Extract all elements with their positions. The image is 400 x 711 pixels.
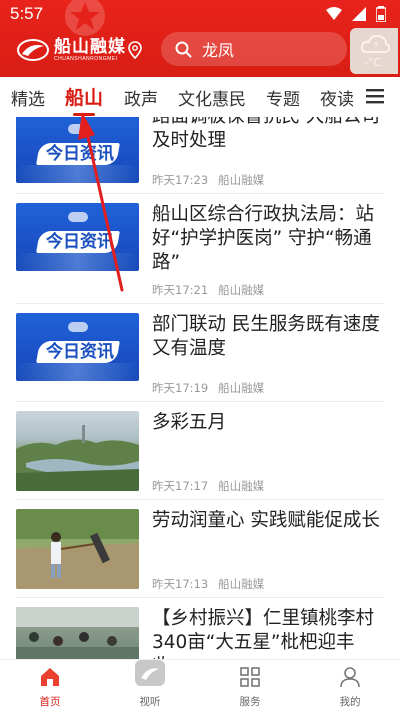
news-title: 劳动润童心 实践赋能促成长 <box>152 510 380 531</box>
news-time: 昨天17:23 <box>152 173 209 187</box>
news-time: 昨天17:21 <box>152 283 209 297</box>
app-header: 5:57 船山融媒 CHUANSHANRONGMEI 龙凤 ? -°C <box>0 0 400 77</box>
news-source: 船山融媒 <box>218 577 265 591</box>
news-thumbnail: 今日资讯 <box>16 117 139 183</box>
divider <box>16 499 384 500</box>
home-icon <box>41 668 59 686</box>
search-bar[interactable]: 龙凤 <box>161 32 347 66</box>
svg-text:?: ? <box>373 41 378 51</box>
video-icon <box>135 660 165 686</box>
divider <box>16 193 384 194</box>
search-query: 龙凤 <box>202 41 235 60</box>
app-name: 船山融媒 <box>54 36 126 57</box>
news-title: 船山区综合行政执法局：站好“护学护医岗” 守护“畅通路” <box>152 204 375 273</box>
weather-cloud-icon: ? <box>360 34 390 53</box>
nav-home-label: 首页 <box>39 696 61 708</box>
tab-chuanshan[interactable]: 船山 <box>65 83 103 110</box>
grid-icon <box>240 667 260 687</box>
news-thumbnail: 今日资讯 <box>16 313 139 381</box>
news-title: 多彩五月 <box>152 412 227 433</box>
bottom-nav: 首页 视听 服务 我的 <box>0 659 400 711</box>
tab-wenhuahuimin[interactable]: 文化惠民 <box>178 85 246 110</box>
location-pin-icon[interactable] <box>128 41 142 59</box>
divider <box>16 597 384 598</box>
news-time: 昨天17:17 <box>152 479 209 493</box>
divider <box>16 401 384 402</box>
news-title: 路面调板保督抗民 大船公司 及时处理 <box>152 117 380 151</box>
news-title: 部门联动 民生服务既有速度又有温度 <box>152 314 380 359</box>
nav-video-label: 视听 <box>139 696 161 708</box>
channel-tabs: 精选 船山 政声 文化惠民 专题 夜读 <box>0 77 400 117</box>
news-meta: 昨天17:17 船山融媒 <box>152 478 264 494</box>
news-meta: 昨天17:13 船山融媒 <box>152 576 264 592</box>
app-subname: CHUANSHANRONGMEI <box>54 55 118 62</box>
thumb-streak <box>16 165 139 183</box>
nav-home[interactable]: 首页 <box>20 664 80 708</box>
news-title: 【乡村振兴】仁里镇桃李村340亩“大五星”枇杷迎丰收， <box>152 608 375 659</box>
news-meta: 昨天17:21 船山融媒 <box>152 282 264 298</box>
thumb-logo-icon <box>68 212 88 222</box>
news-source: 船山融媒 <box>218 381 265 395</box>
divider <box>16 303 384 304</box>
system-icons <box>326 6 386 22</box>
news-meta: 昨天17:23 船山融媒 <box>152 172 264 188</box>
farm-photo <box>16 509 139 589</box>
news-thumbnail <box>16 509 139 589</box>
thumb-text: 今日资讯 <box>46 342 114 362</box>
status-bar: 5:57 <box>0 0 400 28</box>
active-tab-indicator <box>73 113 95 116</box>
news-meta: 昨天17:19 船山融媒 <box>152 380 264 396</box>
news-time: 昨天17:13 <box>152 577 209 591</box>
news-source: 船山融媒 <box>218 479 265 493</box>
status-time: 5:57 <box>10 4 44 23</box>
weather-temp: -°C <box>364 56 382 69</box>
news-thumbnail: 今日资讯 <box>16 203 139 271</box>
news-thumbnail <box>16 607 139 659</box>
thumb-text: 今日资讯 <box>46 232 114 252</box>
menu-icon[interactable] <box>366 88 384 104</box>
battery-icon <box>376 6 386 22</box>
thumb-streak <box>16 253 139 271</box>
landscape-photo <box>16 425 139 491</box>
app-logo[interactable]: 船山融媒 CHUANSHANRONGMEI <box>16 36 126 64</box>
thumb-streak <box>16 363 139 381</box>
search-icon <box>175 41 192 57</box>
village-photo <box>16 607 139 659</box>
thumb-text: 今日资讯 <box>46 144 114 164</box>
nav-services[interactable]: 服务 <box>220 664 280 708</box>
thumb-logo-icon <box>68 124 88 134</box>
tab-yedu[interactable]: 夜读 <box>320 85 354 110</box>
nav-services-label: 服务 <box>239 696 261 708</box>
tab-zhuanti[interactable]: 专题 <box>266 85 300 110</box>
signal-icon <box>352 7 366 21</box>
nav-profile[interactable]: 我的 <box>320 664 380 708</box>
user-icon <box>340 667 360 688</box>
nav-video[interactable]: 视听 <box>120 660 180 708</box>
wifi-icon <box>326 7 342 20</box>
nav-profile-label: 我的 <box>339 696 361 708</box>
news-time: 昨天17:19 <box>152 381 209 395</box>
thumb-logo-icon <box>68 322 88 332</box>
tab-jingxuan[interactable]: 精选 <box>11 85 45 110</box>
news-thumbnail <box>16 411 139 491</box>
news-source: 船山融媒 <box>218 283 265 297</box>
news-source: 船山融媒 <box>218 173 265 187</box>
logo-mark-icon <box>17 39 49 61</box>
tab-zhengsheng[interactable]: 政声 <box>124 85 158 110</box>
news-feed[interactable]: 今日资讯 路面调板保督抗民 大船公司 及时处理 昨天17:23 船山融媒 今日资讯… <box>0 117 400 659</box>
weather-widget[interactable]: ? -°C <box>350 28 398 74</box>
